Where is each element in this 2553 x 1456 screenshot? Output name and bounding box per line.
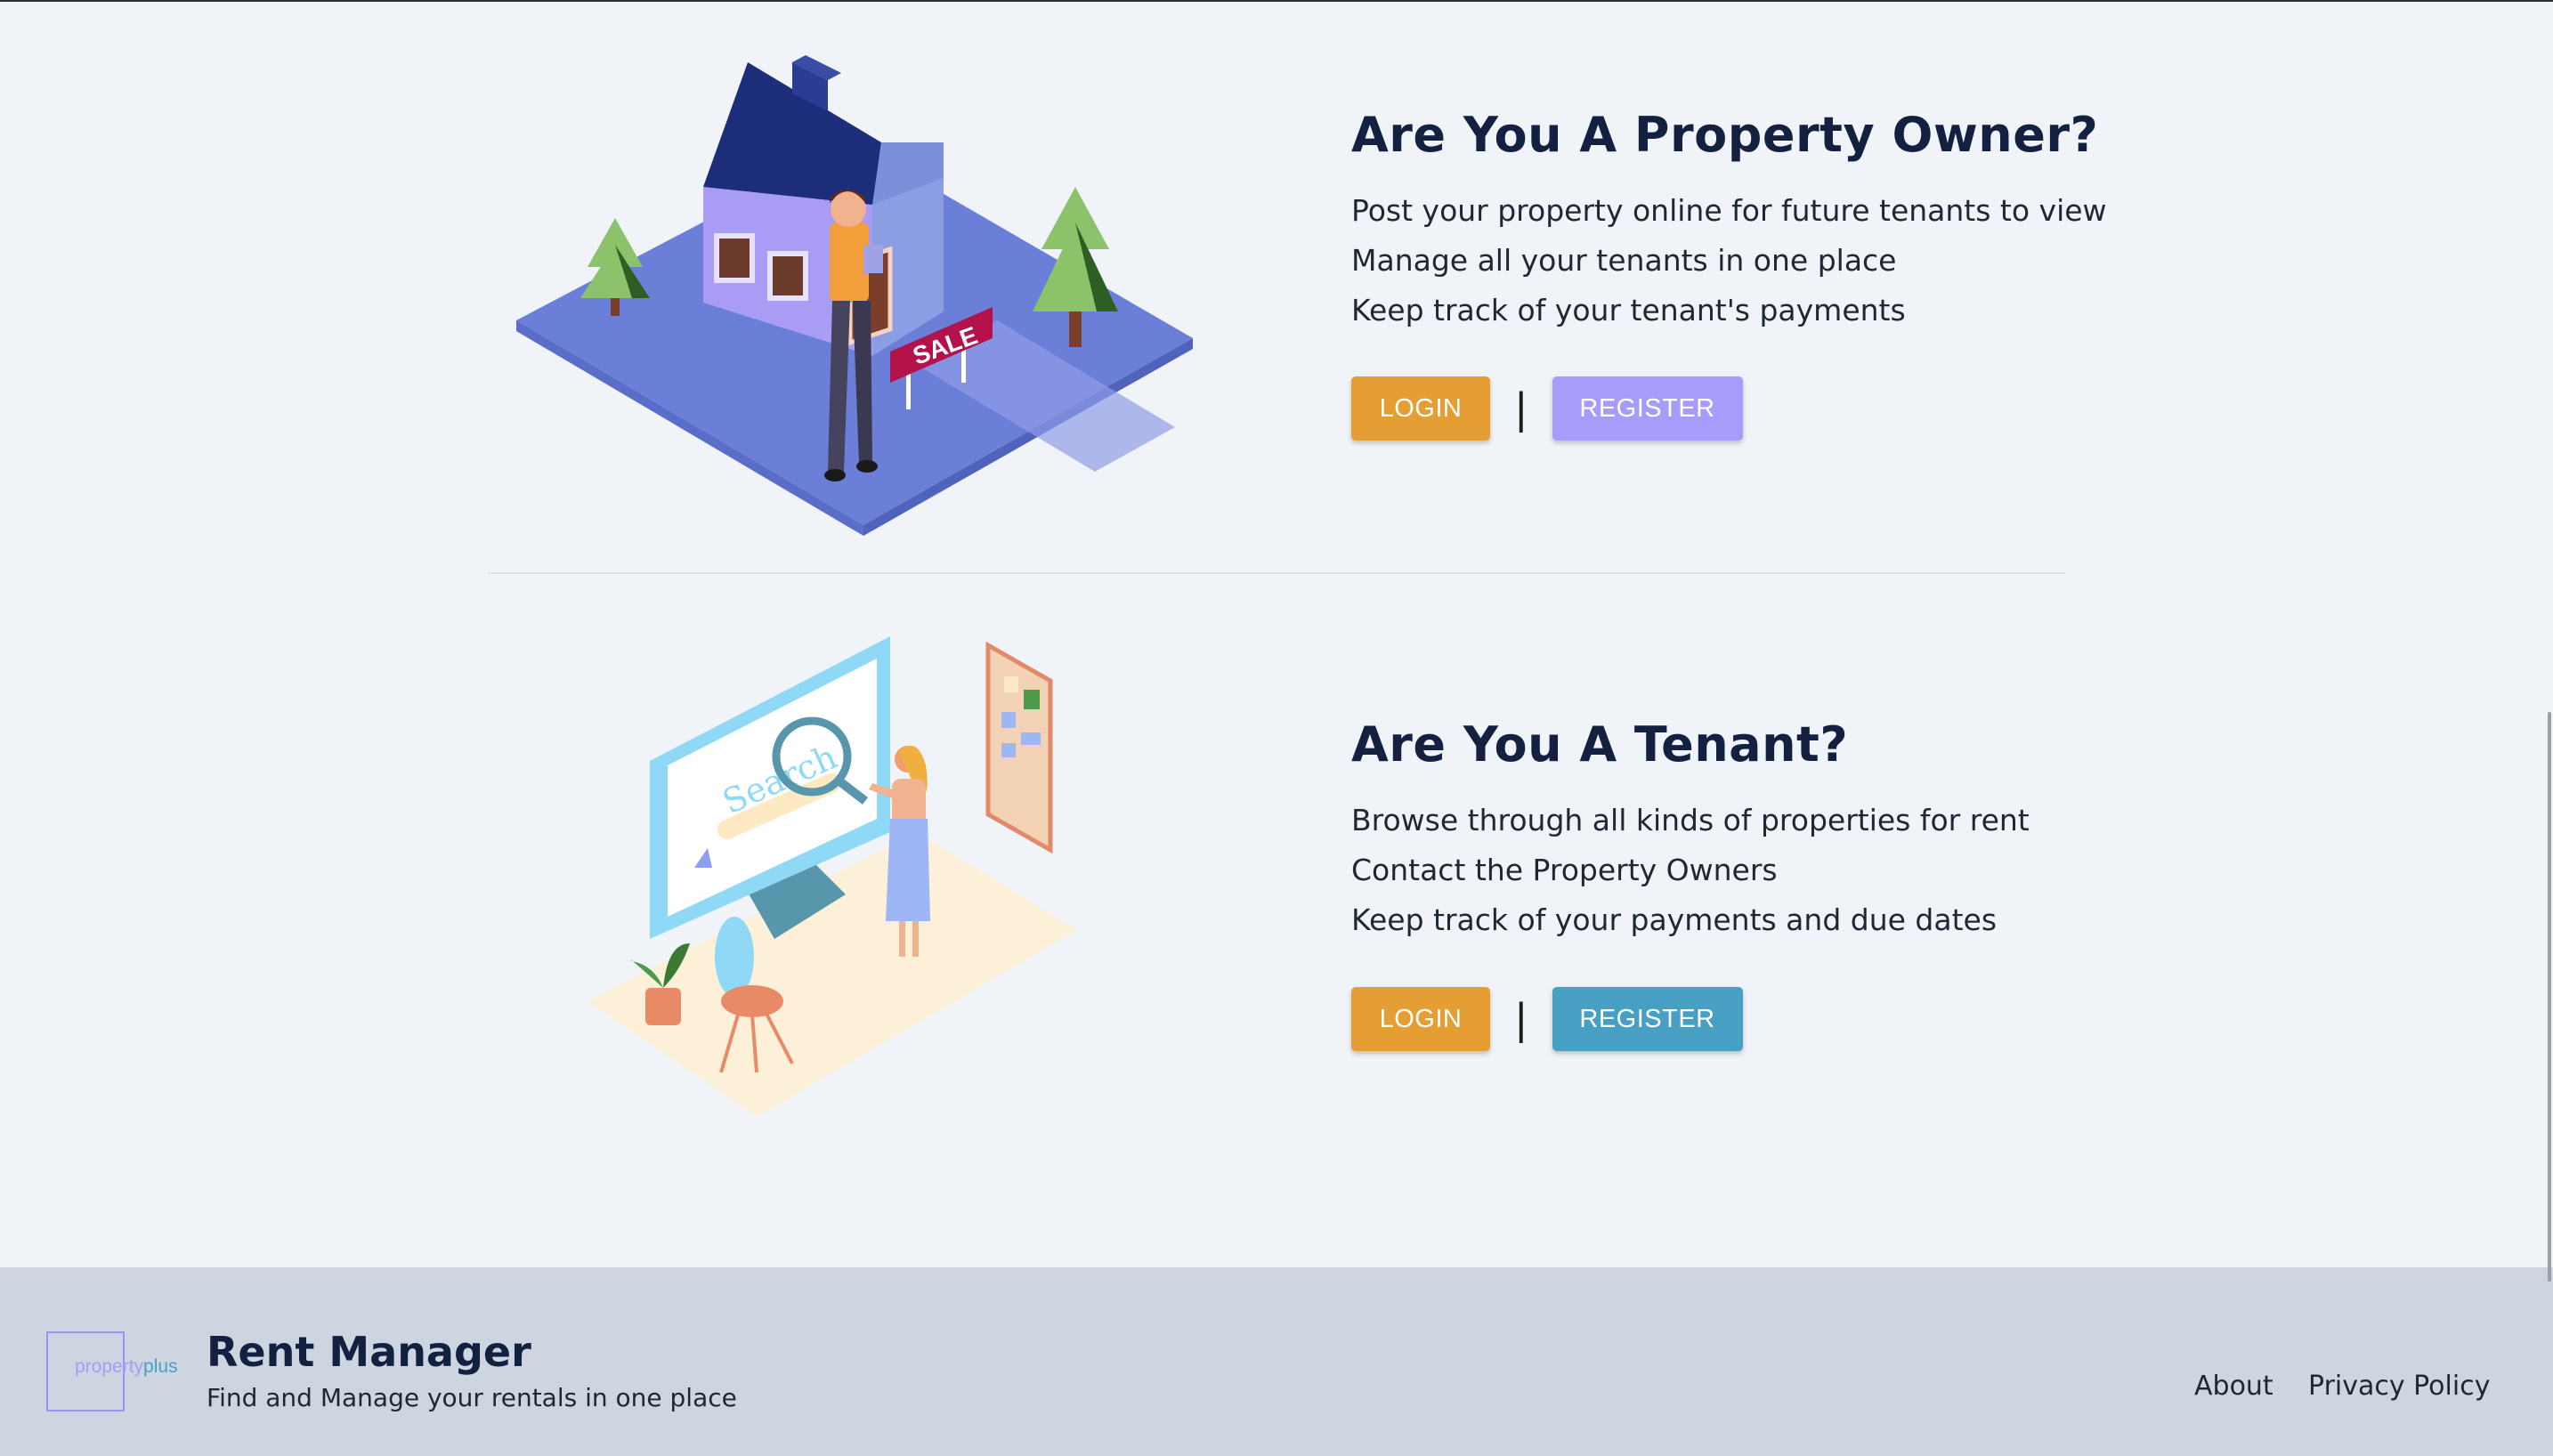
logo-part-plus: plus — [143, 1356, 178, 1377]
footer: propertyplus Rent Manager Find and Manag… — [0, 1267, 2553, 1456]
button-separator: | — [1514, 995, 1528, 1043]
tenant-feature-item: Contact the Property Owners — [1351, 853, 1778, 887]
scrollbar[interactable] — [2546, 0, 2553, 1456]
owner-content: Are You A Property Owner? Post your prop… — [1351, 107, 2152, 336]
footer-subtitle: Find and Manage your rentals in one plac… — [207, 1383, 737, 1412]
owner-feature-item: Keep track of your tenant's payments — [1351, 293, 1906, 328]
owner-register-button[interactable]: REGISTER — [1552, 376, 1743, 441]
owner-illustration: SALE — [498, 44, 1211, 543]
tenant-login-button[interactable]: LOGIN — [1351, 987, 1490, 1051]
footer-link-privacy-policy[interactable]: Privacy Policy — [2308, 1371, 2490, 1402]
tenant-feature-list: Browse through all kinds of properties f… — [1351, 796, 2152, 945]
tenant-feature-item: Keep track of your payments and due date… — [1351, 902, 1998, 937]
button-separator: | — [1514, 384, 1528, 433]
owner-feature-item: Post your property online for future ten… — [1351, 193, 2107, 228]
owner-actions: LOGIN | REGISTER — [1351, 376, 1743, 441]
section-divider — [488, 572, 2065, 574]
owner-feature-list: Post your property online for future ten… — [1351, 186, 2152, 336]
scrollbar-thumb[interactable] — [2548, 712, 2551, 1282]
logo[interactable]: propertyplus — [75, 1356, 178, 1378]
tenant-register-button[interactable]: REGISTER — [1552, 987, 1743, 1051]
tenant-heading: Are You A Tenant? — [1351, 716, 1849, 772]
logo-part-property: property — [75, 1356, 144, 1377]
owner-login-button[interactable]: LOGIN — [1351, 376, 1490, 441]
top-border — [0, 0, 2553, 2]
footer-link-about[interactable]: About — [2194, 1371, 2273, 1402]
page: SALE Are You A Property Owner? Post your… — [0, 0, 2553, 1456]
tenant-content: Are You A Tenant? Browse through all kin… — [1351, 716, 2152, 945]
owner-feature-item: Manage all your tenants in one place — [1351, 243, 1897, 278]
tenant-illustration: Search — [579, 627, 1095, 1126]
tenant-actions: LOGIN | REGISTER — [1351, 987, 1743, 1051]
owner-heading: Are You A Property Owner? — [1351, 107, 2099, 163]
tenant-feature-item: Browse through all kinds of properties f… — [1351, 803, 2030, 837]
footer-title: Rent Manager — [207, 1328, 531, 1376]
